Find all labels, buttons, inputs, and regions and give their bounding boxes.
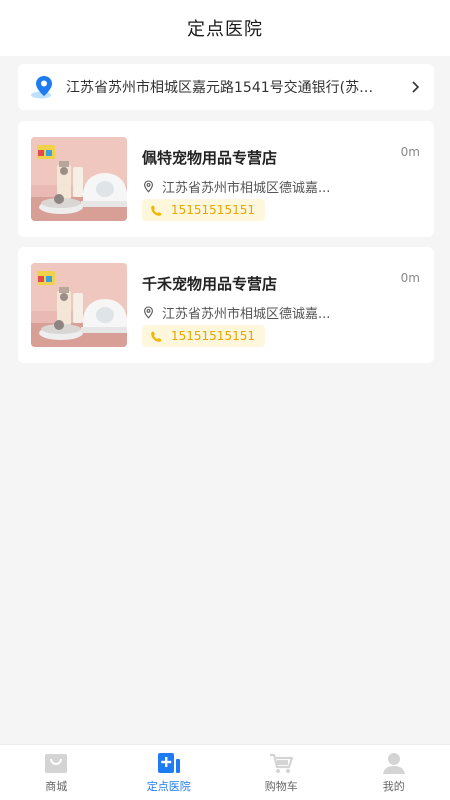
tab-label: 商城	[45, 780, 68, 793]
store-address-row: 江苏省苏州市相城区德诚嘉...	[142, 177, 330, 196]
chevron-right-icon	[412, 81, 420, 93]
store-thumbnail	[31, 137, 127, 221]
store-address: 江苏省苏州市相城区德诚嘉...	[162, 181, 331, 196]
tab-mall[interactable]: 商城	[0, 745, 113, 800]
store-address-row: 江苏省苏州市相城区德诚嘉...	[142, 303, 330, 322]
store-distance: 0m	[400, 271, 420, 285]
store-thumbnail	[31, 263, 127, 347]
bottom-tab-bar: 商城 定点医院 购物车 我的	[0, 744, 450, 800]
store-card[interactable]: 佩特宠物用品专营店 0m 江苏省苏州市相城区德诚嘉... 15151515151	[18, 121, 434, 237]
cart-icon	[270, 753, 294, 773]
tab-profile[interactable]: 我的	[338, 745, 450, 800]
location-outline-icon	[144, 180, 153, 193]
current-address: 江苏省苏州市相城区嘉元路1541号交通银行(苏…	[66, 80, 374, 96]
profile-icon	[382, 753, 405, 774]
store-address: 江苏省苏州市相城区德诚嘉...	[162, 307, 331, 322]
page-title: 定点医院	[187, 19, 263, 40]
mall-icon	[45, 754, 68, 773]
store-name: 佩特宠物用品专营店	[142, 149, 278, 167]
location-pin-icon	[31, 76, 52, 99]
store-phone-button[interactable]: 15151515151	[142, 325, 265, 347]
phone-icon	[151, 331, 162, 342]
current-location-bar[interactable]: 江苏省苏州市相城区嘉元路1541号交通银行(苏…	[18, 64, 434, 110]
store-name: 千禾宠物用品专营店	[142, 275, 278, 293]
location-outline-icon	[144, 306, 153, 319]
tab-hospital[interactable]: 定点医院	[113, 745, 226, 800]
store-phone: 15151515151	[171, 203, 255, 217]
phone-icon	[151, 205, 162, 216]
top-header: 定点医院	[0, 0, 450, 56]
tab-label: 定点医院	[146, 780, 191, 793]
store-phone: 15151515151	[171, 329, 255, 343]
store-distance: 0m	[400, 145, 420, 159]
tab-label: 购物车	[264, 780, 298, 793]
hospital-icon	[157, 753, 180, 773]
store-phone-button[interactable]: 15151515151	[142, 199, 265, 221]
tab-label: 我的	[382, 780, 405, 793]
store-card[interactable]: 千禾宠物用品专营店 0m 江苏省苏州市相城区德诚嘉... 15151515151	[18, 247, 434, 363]
tab-cart[interactable]: 购物车	[225, 745, 338, 800]
